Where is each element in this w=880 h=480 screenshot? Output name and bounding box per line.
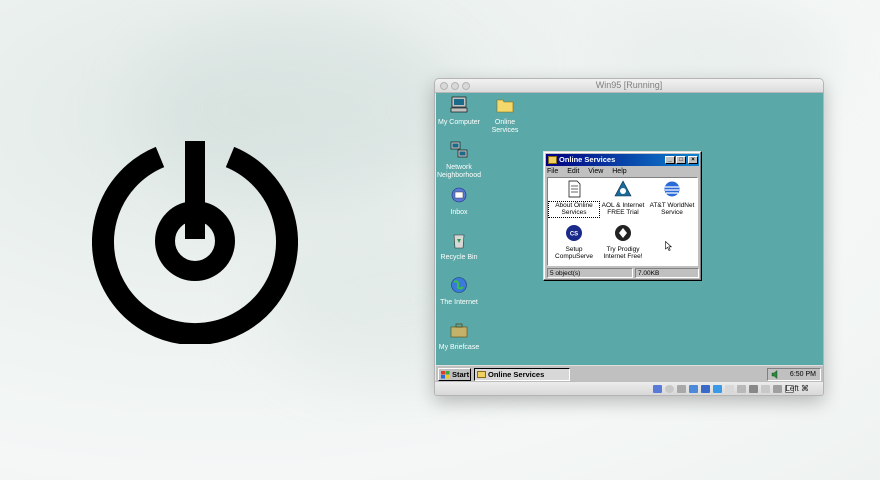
file-item-prodigy[interactable]: Try Prodigy Internet Free! — [598, 224, 648, 261]
online-services-window: Online Services _ □ × File Edit View Hel… — [543, 151, 702, 281]
svg-text:CS: CS — [570, 232, 578, 238]
mouse-integration-icon[interactable] — [773, 385, 782, 393]
status-object-count: 5 object(s) — [547, 268, 633, 278]
desktop-icon-label: Network Neighborhood — [437, 164, 481, 179]
maximize-button[interactable]: □ — [676, 156, 686, 164]
vm-title: Win95 [Running] — [595, 80, 663, 90]
menu-edit[interactable]: Edit — [567, 168, 579, 175]
usb-icon[interactable] — [713, 385, 722, 393]
folder-icon — [496, 99, 514, 113]
recycle-bin-icon — [453, 234, 465, 249]
file-item-label: Try Prodigy Internet Free! — [603, 245, 643, 261]
desktop-icon-label: My Briefcase — [438, 344, 480, 351]
file-item-label: About Online Services — [548, 200, 600, 218]
network-icon — [450, 141, 468, 158]
menu-bar: File Edit View Help — [547, 167, 634, 176]
windows-logo-icon — [441, 371, 450, 379]
folder-icon — [477, 371, 486, 378]
desktop-icon-inbox[interactable]: Inbox — [436, 186, 482, 217]
internet-icon — [451, 277, 467, 293]
vm-window: Win95 [Running] My Computer Online Servi… — [434, 78, 824, 396]
speaker-icon[interactable] — [771, 370, 779, 379]
floppy-icon[interactable] — [677, 385, 686, 393]
file-item-att[interactable]: AT&T WorldNet Service — [647, 180, 697, 217]
audio-icon[interactable] — [689, 385, 698, 393]
file-item-compuserve[interactable]: CS Setup CompuServe — [549, 224, 599, 261]
display-icon[interactable] — [737, 385, 746, 393]
document-icon — [568, 180, 581, 198]
network-adapter-icon[interactable] — [701, 385, 710, 393]
desktop-icon-label: Online Services — [491, 119, 519, 134]
desktop-icon-recycle-bin[interactable]: Recycle Bin — [436, 231, 482, 262]
file-item-aol[interactable]: AOL & Internet FREE Trial — [598, 180, 648, 217]
file-item-label: Setup CompuServe — [555, 245, 593, 261]
folder-icon — [548, 156, 557, 164]
desktop-icon-the-internet[interactable]: The Internet — [436, 276, 482, 307]
taskbar-button-online-services[interactable]: Online Services — [474, 368, 570, 381]
desktop-icon-label: Inbox — [450, 209, 468, 216]
desktop-icon-label: Recycle Bin — [440, 254, 478, 261]
online-services-titlebar[interactable]: Online Services _ □ × — [546, 154, 699, 166]
file-item-label: AOL & Internet FREE Trial — [601, 201, 645, 217]
taskbar-button-label: Online Services — [488, 370, 545, 379]
compuserve-icon: CS — [566, 225, 582, 241]
vm-titlebar: Win95 [Running] — [435, 79, 823, 93]
video-capture-icon[interactable] — [749, 385, 758, 393]
inbox-icon — [451, 187, 467, 203]
window-title: Online Services — [559, 155, 616, 164]
start-button[interactable]: Start — [438, 368, 471, 381]
file-item-label: AT&T WorldNet Service — [649, 201, 695, 217]
briefcase-icon — [450, 323, 468, 338]
host-key-indicator: Left ⌘ — [785, 384, 809, 393]
desktop-icon-my-briefcase[interactable]: My Briefcase — [436, 321, 482, 352]
optical-drive-icon[interactable] — [665, 385, 674, 393]
menu-view[interactable]: View — [588, 168, 603, 175]
shared-folder-icon[interactable] — [725, 385, 734, 393]
close-button[interactable]: × — [688, 156, 698, 164]
win95-desktop: My Computer Online Services Network Neig… — [436, 93, 823, 382]
hard-disk-icon[interactable] — [653, 385, 662, 393]
att-icon — [664, 181, 680, 197]
folder-contents: About Online Services AOL & Internet FRE… — [547, 177, 698, 266]
mouse-pointer-icon — [665, 241, 672, 251]
file-item-about-online-services[interactable]: About Online Services — [548, 180, 600, 218]
cpu-icon[interactable] — [761, 385, 770, 393]
desktop-icon-network-neighborhood[interactable]: Network Neighborhood — [436, 141, 482, 180]
vm-status-bar: Left ⌘ — [435, 381, 823, 395]
start-label: Start — [452, 370, 470, 379]
taskbar: Start Online Services 6:50 PM — [436, 365, 823, 382]
aol-icon — [614, 180, 632, 197]
power-logo-icon — [92, 141, 298, 344]
prodigy-icon — [615, 225, 631, 241]
my-computer-icon — [450, 96, 468, 113]
desktop-icon-label: The Internet — [440, 299, 478, 306]
clock[interactable]: 6:50 PM — [790, 371, 816, 378]
desktop-icon-my-computer[interactable]: My Computer — [436, 96, 482, 127]
status-size: 7.00KB — [635, 268, 699, 278]
menu-file[interactable]: File — [547, 168, 558, 175]
desktop-icon-label: My Computer — [437, 119, 480, 126]
minimize-button[interactable]: _ — [665, 156, 675, 164]
desktop-icon-online-services[interactable]: Online Services — [482, 96, 528, 135]
system-tray: 6:50 PM — [767, 368, 821, 381]
menu-help[interactable]: Help — [612, 168, 626, 175]
